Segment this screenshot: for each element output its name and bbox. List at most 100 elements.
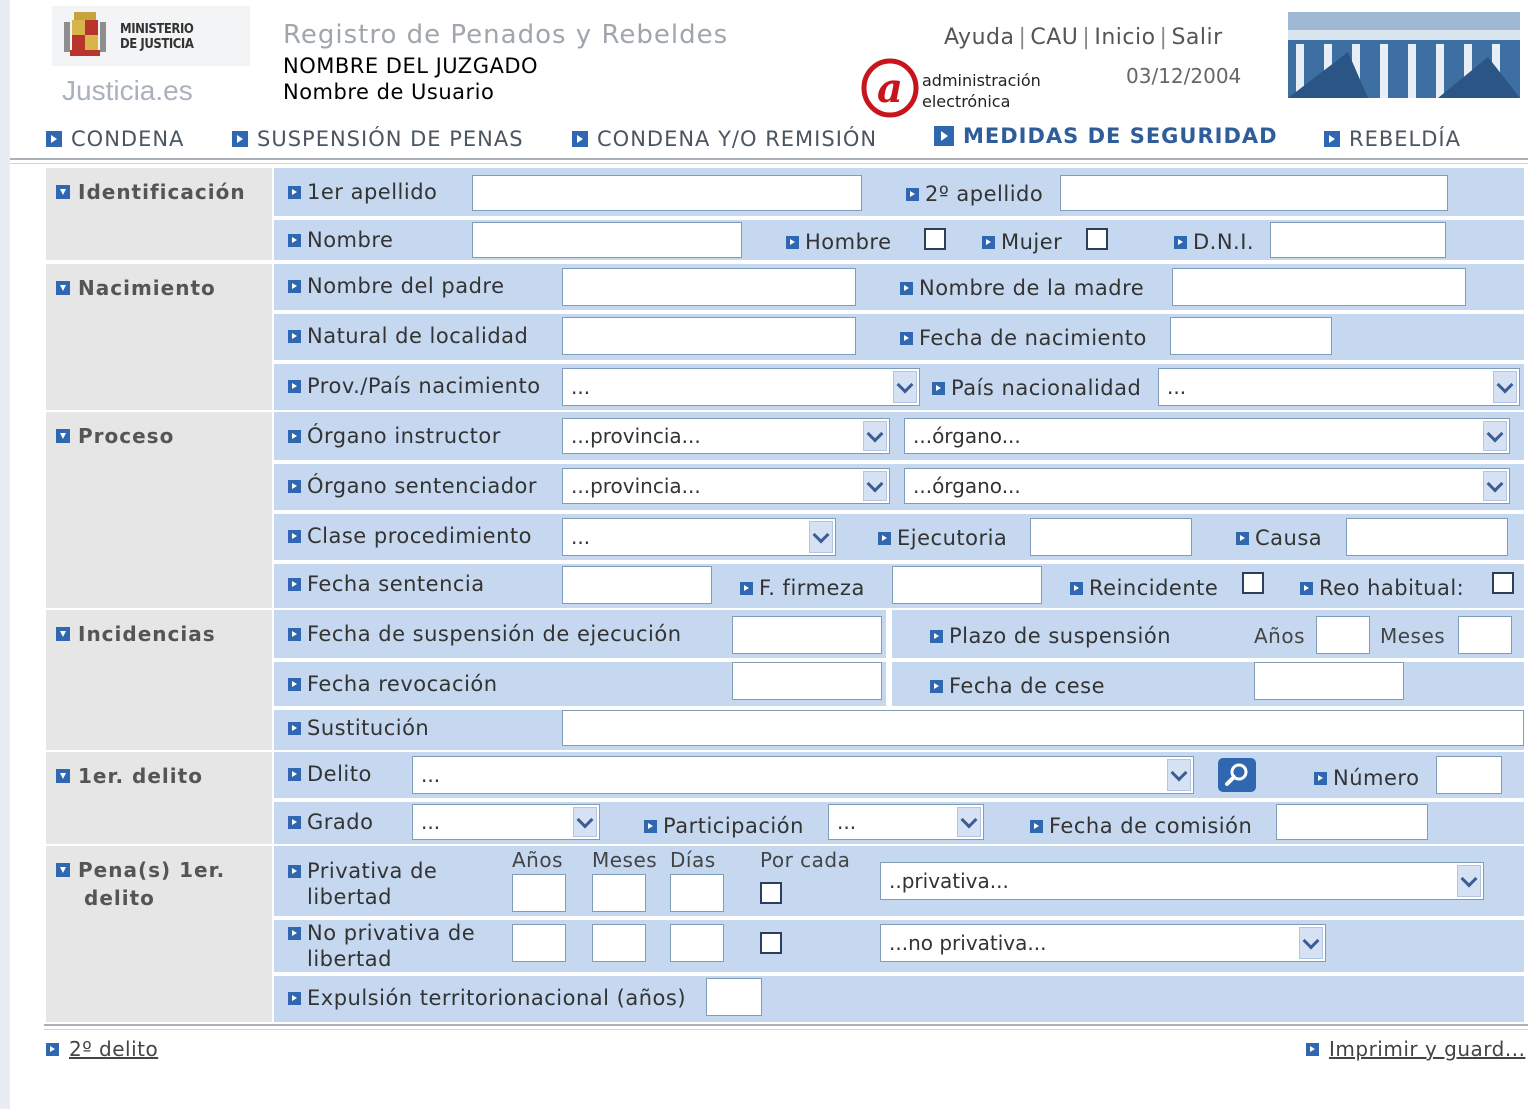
label-clase-procedimiento: Clase procedimiento: [288, 524, 532, 548]
label-delito: Delito: [288, 762, 372, 786]
app-title: Registro de Penados y Rebeldes: [283, 20, 729, 50]
arrow-icon: [288, 991, 301, 1005]
apellido1-input[interactable]: [472, 175, 862, 211]
reo-habitual-checkbox[interactable]: [1492, 572, 1514, 594]
row-fecha-revocacion: Fecha revocación Fecha de cese: [274, 662, 1524, 706]
row-pais: Prov./País nacimiento ... País nacionali…: [274, 364, 1524, 410]
numero-input[interactable]: [1436, 756, 1502, 794]
collapse-icon[interactable]: [56, 429, 70, 443]
collapse-icon[interactable]: [56, 627, 70, 641]
dni-input[interactable]: [1270, 222, 1446, 258]
expulsion-input[interactable]: [706, 978, 762, 1016]
privativa-select[interactable]: ..privativa...: [880, 862, 1484, 900]
no-privativa-select[interactable]: ...no privativa...: [880, 924, 1326, 962]
arrow-icon: [1324, 131, 1340, 147]
arrow-icon: [288, 479, 301, 493]
f-firmeza-input[interactable]: [892, 566, 1042, 604]
arrow-icon: [1236, 531, 1249, 545]
privativa-meses-input[interactable]: [592, 874, 646, 912]
court-name: NOMBRE DEL JUZGADO: [283, 54, 539, 78]
ejecutoria-input[interactable]: [1030, 518, 1192, 556]
label-fecha-suspension: Fecha de suspensión de ejecución: [288, 622, 682, 646]
arrow-icon: [878, 531, 891, 545]
collapse-icon[interactable]: [56, 769, 70, 783]
section-penas: Pena(s) 1er. delito: [46, 846, 272, 1022]
instructor-organo-select[interactable]: ...órgano...: [904, 418, 1510, 454]
fecha-cese-input[interactable]: [1254, 662, 1404, 700]
no-privativa-dias-input[interactable]: [670, 924, 724, 962]
mujer-checkbox[interactable]: [1086, 228, 1108, 250]
plazo-meses-input[interactable]: [1458, 616, 1512, 654]
arrow-icon: [288, 767, 301, 781]
arrow-icon: [982, 235, 995, 249]
delito-select[interactable]: ...: [412, 756, 1194, 794]
fecha-suspension-input[interactable]: [732, 616, 882, 654]
arrow-icon: [288, 677, 301, 691]
hombre-checkbox[interactable]: [924, 228, 946, 250]
main-nav: CONDENA SUSPENSIÓN DE PENAS CONDENA Y/O …: [44, 124, 1524, 156]
arrow-icon: [288, 279, 301, 293]
sentenciador-provincia-select[interactable]: ...provincia...: [562, 468, 890, 504]
apellido2-input[interactable]: [1060, 175, 1448, 211]
segundo-delito-link[interactable]: 2º delito: [46, 1037, 158, 1061]
instructor-provincia-select[interactable]: ...provincia...: [562, 418, 890, 454]
sentenciador-organo-select[interactable]: ...órgano...: [904, 468, 1510, 504]
chevron-down-icon: [1483, 471, 1507, 501]
fecha-nacimiento-input[interactable]: [1170, 317, 1332, 355]
arrow-icon: [644, 819, 657, 833]
label-reo-habitual: Reo habitual:: [1300, 576, 1464, 600]
section-primer-delito: 1er. delito: [46, 752, 272, 844]
prov-pais-select[interactable]: ...: [562, 368, 920, 406]
padre-input[interactable]: [562, 268, 856, 306]
reincidente-checkbox[interactable]: [1242, 572, 1264, 594]
no-privativa-anos-input[interactable]: [512, 924, 566, 962]
privativa-por-cada-checkbox[interactable]: [760, 882, 782, 904]
row-fecha-sentencia: Fecha sentencia F. firmeza Reincidente R…: [274, 564, 1524, 608]
tab-suspension-de-penas[interactable]: SUSPENSIÓN DE PENAS: [232, 127, 524, 151]
arrow-icon: [740, 581, 753, 595]
home-link[interactable]: Inicio: [1094, 25, 1155, 50]
fecha-sentencia-input[interactable]: [562, 566, 712, 604]
privativa-anos-input[interactable]: [512, 874, 566, 912]
clase-procedimiento-select[interactable]: ...: [562, 518, 836, 556]
nombre-input[interactable]: [472, 222, 742, 258]
help-link[interactable]: Ayuda: [944, 25, 1014, 50]
fecha-revocacion-input[interactable]: [732, 662, 882, 700]
label-meses: Meses: [1380, 624, 1446, 648]
arrow-icon: [288, 185, 301, 199]
privativa-dias-input[interactable]: [670, 874, 724, 912]
row-apellidos: 1er apellido 2º apellido: [274, 168, 1524, 216]
label-no-privativa: No privativa de libertad: [288, 920, 475, 972]
localidad-input[interactable]: [562, 317, 856, 355]
no-privativa-por-cada-checkbox[interactable]: [760, 932, 782, 954]
label-fecha-nacimiento: Fecha de nacimiento: [900, 326, 1147, 350]
sustitucion-input[interactable]: [562, 710, 1524, 746]
label-mujer: Mujer: [982, 230, 1062, 254]
row-sustitucion: Sustitución: [274, 710, 1524, 750]
tab-medidas-de-seguridad[interactable]: MEDIDAS DE SEGURIDAD: [934, 124, 1278, 148]
imprimir-guardar-link[interactable]: Imprimir y guard...: [1306, 1037, 1525, 1061]
collapse-icon[interactable]: [56, 185, 70, 199]
participacion-select[interactable]: ...: [828, 804, 984, 840]
label-prov-pais: Prov./País nacimiento: [288, 374, 541, 398]
logout-link[interactable]: Salir: [1171, 25, 1222, 50]
no-privativa-meses-input[interactable]: [592, 924, 646, 962]
tab-rebeldia[interactable]: REBELDÍA: [1324, 127, 1461, 151]
svg-text:a: a: [877, 65, 903, 112]
arrow-icon: [288, 865, 301, 878]
label-fecha-revocacion: Fecha revocación: [288, 672, 498, 696]
collapse-icon[interactable]: [56, 281, 70, 295]
plazo-anos-input[interactable]: [1316, 616, 1370, 654]
grado-select[interactable]: ...: [412, 804, 600, 840]
tab-condena[interactable]: CONDENA: [46, 127, 184, 151]
causa-input[interactable]: [1346, 518, 1508, 556]
search-delito-button[interactable]: [1218, 758, 1256, 792]
madre-input[interactable]: [1172, 268, 1466, 306]
cau-link[interactable]: CAU: [1030, 25, 1078, 50]
row-clase-procedimiento: Clase procedimiento ... Ejecutoria Causa: [274, 514, 1524, 560]
arrow-icon: [1070, 581, 1083, 595]
fecha-comision-input[interactable]: [1276, 804, 1428, 840]
collapse-icon[interactable]: [56, 863, 70, 877]
tab-condena-remision[interactable]: CONDENA Y/O REMISIÓN: [572, 127, 877, 151]
pais-nacionalidad-select[interactable]: ...: [1158, 368, 1520, 406]
